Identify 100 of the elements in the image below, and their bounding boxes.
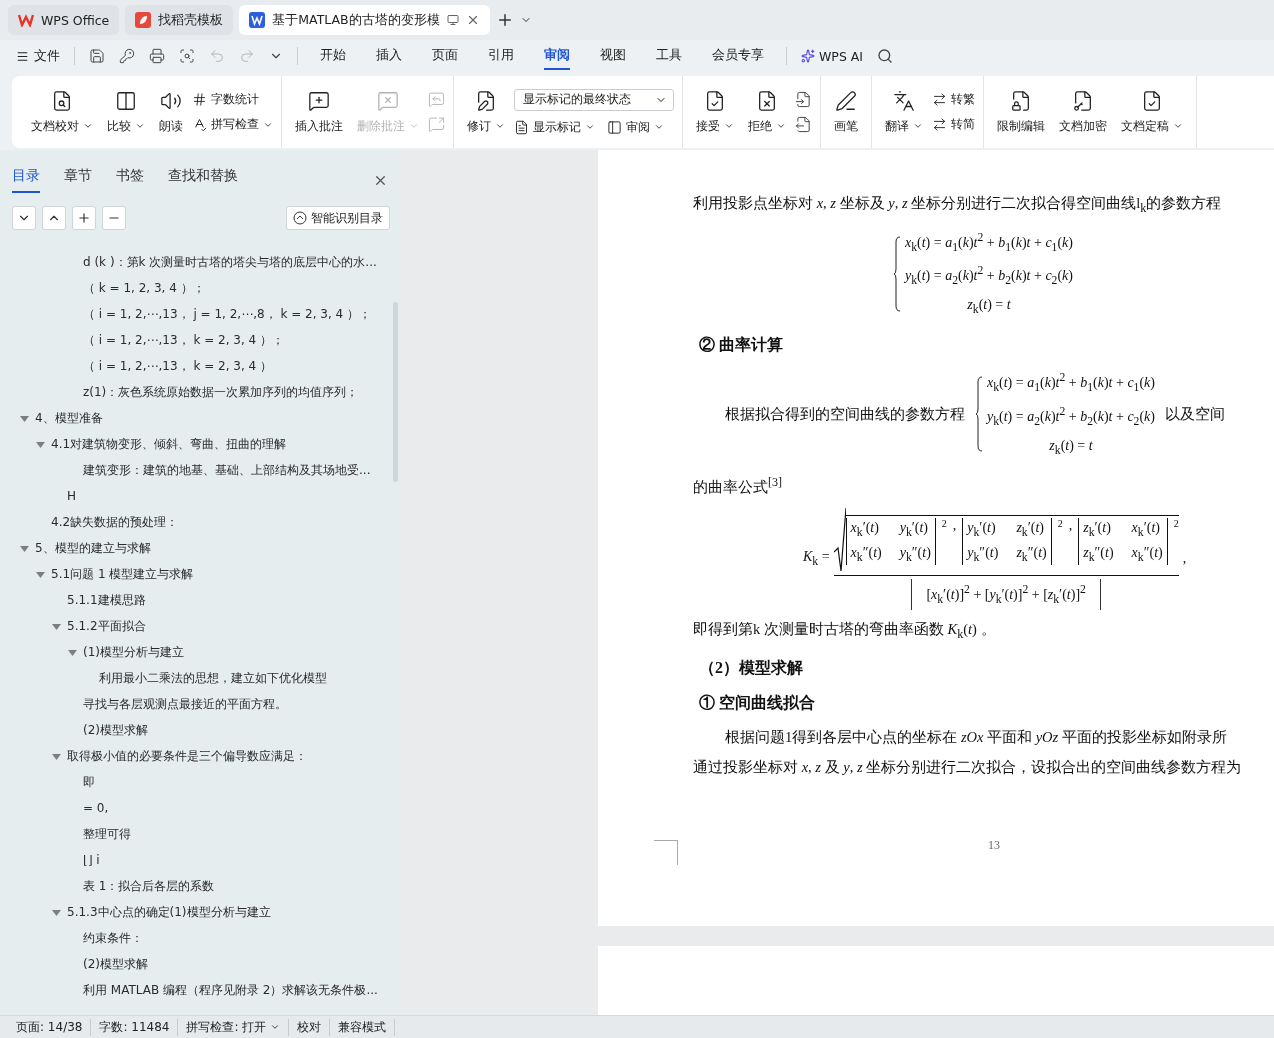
expander-icon[interactable] (68, 647, 77, 657)
ribbon-button[interactable]: 转简 (932, 116, 975, 133)
ribbon-icon (756, 89, 778, 112)
ribbon-button[interactable]: 限制编辑 (992, 85, 1050, 139)
outline-item[interactable]: 表 1：拟合后各层的系数 (83, 877, 215, 895)
save-icon[interactable] (89, 48, 105, 64)
expander-icon[interactable] (52, 907, 61, 917)
ribbon-icon-button[interactable] (795, 91, 812, 108)
matrix-entry: z$_{k}$″(t) (1016, 544, 1047, 560)
ribbon-button[interactable]: 转繁 (932, 91, 975, 108)
expand-button[interactable] (42, 206, 66, 230)
outline-item[interactable]: 约束条件： (83, 929, 143, 947)
ribbon-button[interactable]: 拼写检查 (192, 116, 273, 133)
ribbon-button[interactable]: 插入批注 (290, 85, 348, 139)
outline-item[interactable]: (2)模型求解 (83, 721, 148, 739)
caret-icon (495, 121, 505, 131)
ribbon-button[interactable]: 比较 (102, 85, 150, 139)
outline-item[interactable]: 即 (83, 773, 95, 791)
ribbon-icon (893, 89, 915, 112)
outline-item[interactable]: 5.1.2平面拟合 (67, 617, 146, 635)
expander-icon[interactable] (52, 751, 61, 761)
ribbon-tab[interactable]: 审阅 (544, 42, 570, 70)
status-item[interactable]: 字数: 11484 (91, 1018, 179, 1036)
document-tab[interactable]: 基于MATLAB的古塔的变形模 (239, 5, 490, 35)
key-icon[interactable] (119, 48, 135, 64)
outline-item[interactable]: （ i = 1, 2,⋯,13， j = 1, 2,⋯,8， k = 2, 3, 4 ）； (83, 305, 372, 323)
outline-item[interactable]: z(1)：灰色系统原始数据一次累加序列的均值序列； (83, 383, 359, 401)
outline-item[interactable]: 整理可得 (83, 825, 131, 843)
print-preview-icon[interactable] (179, 48, 195, 64)
ribbon-button[interactable]: 拒绝 (743, 85, 791, 139)
outline-item[interactable]: （ k = 1, 2, 3, 4 ）； (83, 279, 205, 297)
ribbon-tab[interactable]: 开始 (320, 42, 346, 70)
ribbon-button[interactable]: 显示标记 (514, 118, 595, 136)
ribbon-button[interactable]: 画笔 (829, 85, 863, 139)
document-tab[interactable]: 找稻壳模板 (125, 5, 234, 35)
status-item[interactable]: 页面: 14/38 (8, 1018, 92, 1036)
outline-item[interactable]: 4、模型准备 (35, 409, 103, 427)
ribbon-button[interactable]: 字数统计 (192, 91, 273, 108)
ribbon-tab[interactable]: 插入 (376, 42, 402, 70)
panel-tab[interactable]: 章节 (64, 167, 92, 193)
ribbon-button[interactable]: 修订 (462, 85, 510, 139)
outline-item[interactable]: （ i = 1, 2,⋯,13， k = 2, 3, 4 ）； (83, 331, 285, 349)
outline-item[interactable]: H (67, 489, 77, 503)
print-icon[interactable] (149, 48, 165, 64)
ribbon-button[interactable]: 审阅 (607, 118, 664, 136)
matrix-entry: y$_{k}$′(t) (899, 519, 929, 535)
outline-item[interactable]: 5.1.3中心点的确定(1)模型分析与建立 (67, 903, 271, 921)
status-item[interactable]: 拼写检查: 打开 (178, 1018, 290, 1036)
remove-button[interactable] (102, 206, 126, 230)
expander-icon[interactable] (20, 413, 29, 423)
ribbon-button[interactable]: 文档定稿 (1116, 85, 1188, 139)
ribbon-button[interactable]: 文档校对 (26, 85, 98, 139)
outline-item[interactable]: 4.1对建筑物变形、倾斜、弯曲、扭曲的理解 (51, 435, 287, 453)
outline-item[interactable]: （ i = 1, 2,⋯,13， k = 2, 3, 4 ） (83, 357, 273, 375)
ribbon-tab[interactable]: 页面 (432, 42, 458, 70)
outline-item[interactable]: 5.1.1建模思路 (67, 591, 146, 609)
ribbon-icon-button[interactable] (795, 116, 812, 133)
outline-item[interactable]: = 0, (83, 801, 109, 815)
outline-item[interactable]: 利用 MATLAB 编程（程序见附录 2）求解该无条件极... (83, 981, 378, 999)
outline-item[interactable]: 取得极小值的必要条件是三个偏导数应满足： (67, 747, 307, 765)
panel-tab[interactable]: 查找和替换 (168, 167, 238, 193)
ribbon-tab[interactable]: 引用 (488, 42, 514, 70)
outline-item[interactable]: 利用最小二乘法的思想，建立如下优化模型 (99, 669, 327, 687)
ribbon-button[interactable]: 朗读 (154, 85, 188, 139)
outline-item[interactable]: 建筑变形：建筑的地基、基础、上部结构及其场地受... (83, 461, 371, 479)
outline-item[interactable]: d (k )：第k 次测量时古塔的塔尖与塔的底层中心的水... (83, 253, 377, 271)
plus-icon (77, 211, 91, 225)
outline-item[interactable]: 5.1问题 1 模型建立与求解 (51, 565, 194, 583)
expander-icon[interactable] (20, 543, 29, 553)
ai-button[interactable]: WPS AI (801, 48, 864, 64)
ribbon-button[interactable]: 翻译 (880, 85, 928, 139)
smart-toc-button[interactable]: 智能识别目录 (286, 206, 390, 230)
ribbon-tab[interactable]: 工具 (656, 42, 682, 70)
search-icon[interactable] (877, 48, 894, 64)
add-button[interactable] (72, 206, 96, 230)
panel-tab[interactable]: 目录 (12, 167, 40, 193)
matrix-entry: y$_{k}$′(t) (967, 519, 996, 535)
outline-item[interactable]: 5、模型的建立与求解 (35, 539, 151, 557)
document-tab[interactable]: WPS Office (8, 5, 120, 35)
ribbon-tab[interactable]: 视图 (600, 42, 626, 70)
status-item[interactable]: 兼容模式 (330, 1018, 396, 1036)
markup-select[interactable]: 显示标记的最终状态 (514, 88, 674, 111)
ribbon-button[interactable]: 文档加密 (1054, 85, 1112, 139)
file-menu[interactable]: 文件 (16, 47, 60, 65)
outline-item[interactable]: ⌊⌋ i (83, 853, 100, 867)
outline-item[interactable]: (2)模型求解 (83, 955, 148, 973)
monitor-icon[interactable] (446, 14, 459, 26)
outline-item[interactable]: 寻找与各层观测点最接近的平面方程。 (83, 695, 287, 713)
expander-icon[interactable] (36, 439, 45, 449)
outline-item[interactable]: 4.2缺失数据的预处理： (51, 513, 179, 531)
collapse-button[interactable] (12, 206, 36, 230)
expander-icon[interactable] (52, 621, 61, 631)
page-number: 13 (988, 838, 1000, 853)
outline-item[interactable]: (1)模型分析与建立 (83, 643, 184, 661)
expander-icon[interactable] (36, 569, 45, 579)
ribbon-tab[interactable]: 会员专享 (712, 42, 764, 70)
panel-tab[interactable]: 书签 (116, 167, 144, 193)
ribbon-icon (192, 117, 207, 132)
ribbon-button[interactable]: 接受 (691, 85, 739, 139)
status-item[interactable]: 校对 (289, 1018, 331, 1036)
